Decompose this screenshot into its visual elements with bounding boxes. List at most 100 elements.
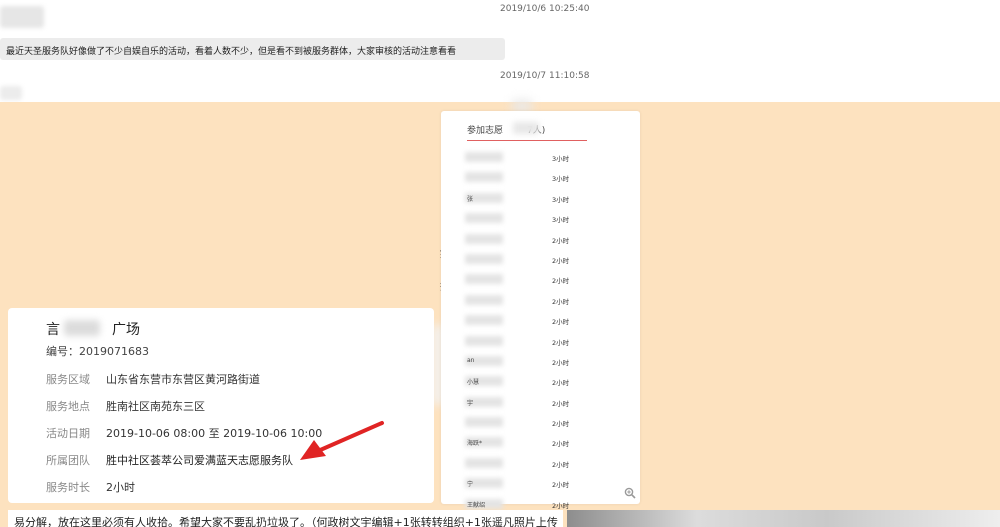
volunteer-row: 2小时 <box>465 455 625 475</box>
sender-avatar[interactable] <box>0 86 22 100</box>
blurred-region <box>465 253 503 264</box>
volunteer-row: an 2小时 <box>465 353 625 373</box>
volunteer-name <box>465 417 505 429</box>
field-service-area: 服务区域 山东省东营市东营区黄河路街道 <box>46 371 260 387</box>
field-value: 2019-10-06 08:00 至 2019-10-06 10:00 <box>106 427 323 440</box>
volunteer-row: 2小时 <box>465 333 625 353</box>
volunteer-hours: 2小时 <box>552 481 570 490</box>
volunteer-name <box>465 233 505 246</box>
volunteer-row: 宁 2小时 <box>465 475 625 495</box>
volunteer-name: 海跃* <box>465 437 505 449</box>
blurred-region <box>465 213 503 224</box>
volunteer-row: 海跃* 2小时 <box>465 434 625 454</box>
volunteer-row: 3小时 <box>465 169 625 189</box>
blurred-region <box>465 457 503 468</box>
volunteer-hours: 2小时 <box>552 256 570 265</box>
volunteer-row: 2小时 <box>465 251 625 271</box>
volunteer-hours: 2小时 <box>552 318 570 327</box>
shared-photo[interactable] <box>567 510 1000 527</box>
volunteer-hours: 2小时 <box>552 358 570 367</box>
zoom-in-icon[interactable] <box>624 487 636 499</box>
volunteer-hours: 3小时 <box>552 175 570 184</box>
volunteer-hours: 2小时 <box>552 440 570 449</box>
volunteer-name: 小慧 <box>465 376 505 388</box>
volunteer-name: 张 <box>465 192 505 205</box>
blurred-region <box>465 233 503 244</box>
blurred-region <box>465 335 503 346</box>
field-value: 胜南社区南苑东三区 <box>106 400 205 413</box>
field-value: 胜中社区荟萃公司爱满蓝天志愿服务队 <box>106 454 293 467</box>
volunteer-name <box>465 253 505 266</box>
volunteer-hours: 3小时 <box>552 216 570 225</box>
field-service-location: 服务地点 胜南社区南苑东三区 <box>46 398 205 414</box>
volunteer-hours: 2小时 <box>552 501 570 510</box>
volunteer-name: 宁 <box>465 478 505 490</box>
volunteer-hours: 3小时 <box>552 195 570 204</box>
volunteer-hours: 2小时 <box>552 460 570 469</box>
volunteer-hours: 2小时 <box>552 420 570 429</box>
field-label: 所属团队 <box>46 454 90 467</box>
message-bubble[interactable]: 最近天圣服务队好像做了不少自娱自乐的活动，看着人数不少，但是看不到被服务群体，大… <box>0 38 505 60</box>
volunteer-name-text: 王献绍 <box>467 501 486 509</box>
blurred-region <box>465 274 503 285</box>
volunteer-list-panel: 参加志愿7人) 3小时3小时张3小时3小时2小时2小时2小时2小时2小时2小时a… <box>441 111 640 510</box>
volunteer-name: 王献绍 <box>465 498 505 511</box>
volunteer-row: 2小时 <box>465 271 625 291</box>
activity-number: 编号：2019071683 <box>46 345 149 358</box>
volunteer-row: 2小时 <box>465 312 625 332</box>
volunteer-name <box>465 152 505 164</box>
volunteer-name-text: 宁 <box>467 481 474 489</box>
volunteer-row: 2小时 <box>465 292 625 312</box>
volunteer-name-text: 小慧 <box>467 379 480 387</box>
volunteer-row: 2小时 <box>465 231 625 251</box>
volunteer-hours: 2小时 <box>552 399 570 408</box>
field-label: 服务时长 <box>46 481 90 494</box>
blurred-region <box>64 320 100 336</box>
volunteer-hours: 2小时 <box>552 236 570 245</box>
activity-detail-card: 言广场 编号：2019071683 服务区域 山东省东营市东营区黄河路街道 服务地… <box>8 308 434 503</box>
blurred-region <box>465 172 503 183</box>
blurred-region <box>465 152 503 162</box>
volunteer-name <box>465 213 505 225</box>
volunteer-hours: 2小时 <box>552 277 570 286</box>
blurred-region <box>465 294 503 305</box>
volunteer-hours: 2小时 <box>552 379 570 388</box>
volunteer-hours: 2小时 <box>552 297 570 306</box>
field-label: 活动日期 <box>46 427 90 440</box>
message-text-strip[interactable]: 易分解，放在这里必须有人收拾。希望大家不要乱扔垃圾了。（何政树文宇编辑+1张转转… <box>8 510 563 527</box>
volunteer-name <box>465 294 505 307</box>
volunteer-row: 宇 2小时 <box>465 394 625 414</box>
field-label: 服务地点 <box>46 400 90 413</box>
volunteer-name <box>465 335 505 348</box>
volunteer-row: 3小时 <box>465 149 625 169</box>
volunteer-row: 小慧 2小时 <box>465 373 625 393</box>
volunteer-hours: 3小时 <box>552 155 570 163</box>
volunteer-name-text: 海跃* <box>467 440 483 448</box>
blurred-region <box>465 315 503 326</box>
volunteer-name-text: 张 <box>467 195 474 203</box>
volunteer-name <box>465 274 505 286</box>
field-team: 所属团队 胜中社区荟萃公司爱满蓝天志愿服务队 <box>46 452 293 468</box>
message-timestamp: 2019/10/6 10:25:40 <box>500 4 590 14</box>
sender-avatar[interactable] <box>0 6 44 28</box>
blurred-region <box>465 417 503 428</box>
volunteer-name-text: 宇 <box>467 399 474 407</box>
field-label: 服务区域 <box>46 373 90 386</box>
field-value: 山东省东营市东营区黄河路街道 <box>106 373 260 386</box>
volunteer-name <box>465 457 505 470</box>
field-value: 2小时 <box>106 481 135 494</box>
volunteer-hours: 2小时 <box>552 338 570 347</box>
blurred-region <box>513 122 539 134</box>
field-duration: 服务时长 2小时 <box>46 479 135 495</box>
volunteer-row: 张 3小时 <box>465 190 625 210</box>
field-activity-date: 活动日期 2019-10-06 08:00 至 2019-10-06 10:00 <box>46 425 322 441</box>
volunteer-name <box>465 315 505 327</box>
volunteer-row: 3小时 <box>465 210 625 230</box>
volunteer-name <box>465 172 505 184</box>
volunteer-name: 宇 <box>465 396 505 409</box>
annotation-arrow <box>300 421 384 460</box>
volunteer-list: 3小时 3小时张 3小时 3小时 2小时 2小时 2小时 2小时 2小时 2小时 an 2小时 小慧 2小… <box>465 149 625 516</box>
message-timestamp: 2019/10/7 11:10:58 <box>500 71 590 81</box>
volunteer-name-text: an <box>467 356 475 364</box>
tab-underline <box>467 140 587 141</box>
